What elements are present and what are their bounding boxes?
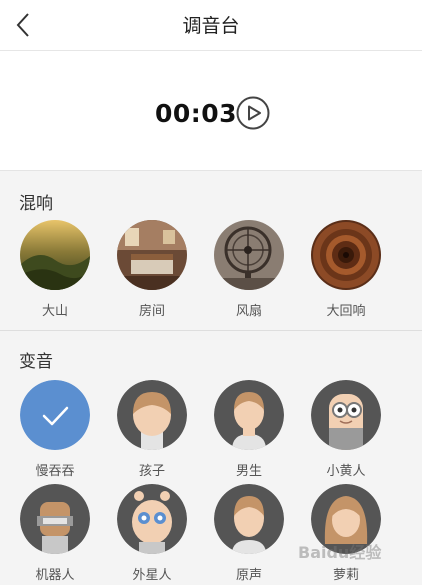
reverb-item-label: 风扇 (235, 304, 262, 319)
voice-item-label: 慢吞吞 (35, 464, 75, 479)
play-circle-icon (236, 96, 270, 130)
voice-item-slow[interactable]: 慢吞吞 (7, 380, 103, 480)
fan-thumbnail (214, 220, 284, 290)
reverb-item-tunnel[interactable]: 大回响 (298, 220, 394, 320)
reverb-item-mountain[interactable]: 大山 (7, 220, 103, 320)
voice-item-robot[interactable]: 机器人 (7, 484, 103, 584)
section-divider (0, 330, 422, 331)
boy-avatar-icon (214, 380, 284, 450)
reverb-item-fan[interactable]: 风扇 (201, 220, 297, 320)
voice-item-original[interactable]: 原声 (201, 484, 297, 584)
mountain-thumbnail (20, 220, 90, 290)
voice-item-label: 男生 (235, 464, 262, 479)
selected-check-icon (20, 380, 90, 450)
voice-item-label: 孩子 (138, 464, 165, 479)
voice-item-label: 原声 (235, 568, 262, 583)
voice-item-label: 小黄人 (326, 464, 366, 479)
voice-item-loli[interactable]: 萝莉 (298, 484, 394, 584)
voice-item-label: 机器人 (35, 568, 75, 583)
voice-item-label: 萝莉 (332, 568, 359, 583)
voice-item-minion[interactable]: 小黄人 (298, 380, 394, 480)
minion-avatar-icon (311, 380, 381, 450)
robot-avatar-icon (20, 484, 90, 554)
reverb-item-label: 大山 (41, 304, 68, 319)
reverb-item-label: 房间 (138, 304, 165, 319)
play-button[interactable] (236, 96, 270, 130)
child-avatar-icon (117, 380, 187, 450)
room-thumbnail (117, 220, 187, 290)
voice-item-label: 外星人 (132, 568, 172, 583)
voice-item-boy[interactable]: 男生 (201, 380, 297, 480)
voice-section-title: 变音 (19, 352, 53, 372)
playback-timer: 00:03 (155, 99, 238, 128)
reverb-section-title: 混响 (19, 194, 53, 214)
original-avatar-icon (214, 484, 284, 554)
watermark: Baidu经验 (298, 543, 382, 562)
voice-item-child[interactable]: 孩子 (104, 380, 200, 480)
voice-item-alien[interactable]: 外星人 (104, 484, 200, 584)
page-title: 调音台 (182, 15, 240, 37)
alien-avatar-icon (117, 484, 187, 554)
reverb-item-room[interactable]: 房间 (104, 220, 200, 320)
reverb-item-label: 大回响 (326, 304, 366, 319)
top-bar: 调音台 (0, 0, 422, 51)
tunnel-thumbnail (311, 220, 381, 290)
